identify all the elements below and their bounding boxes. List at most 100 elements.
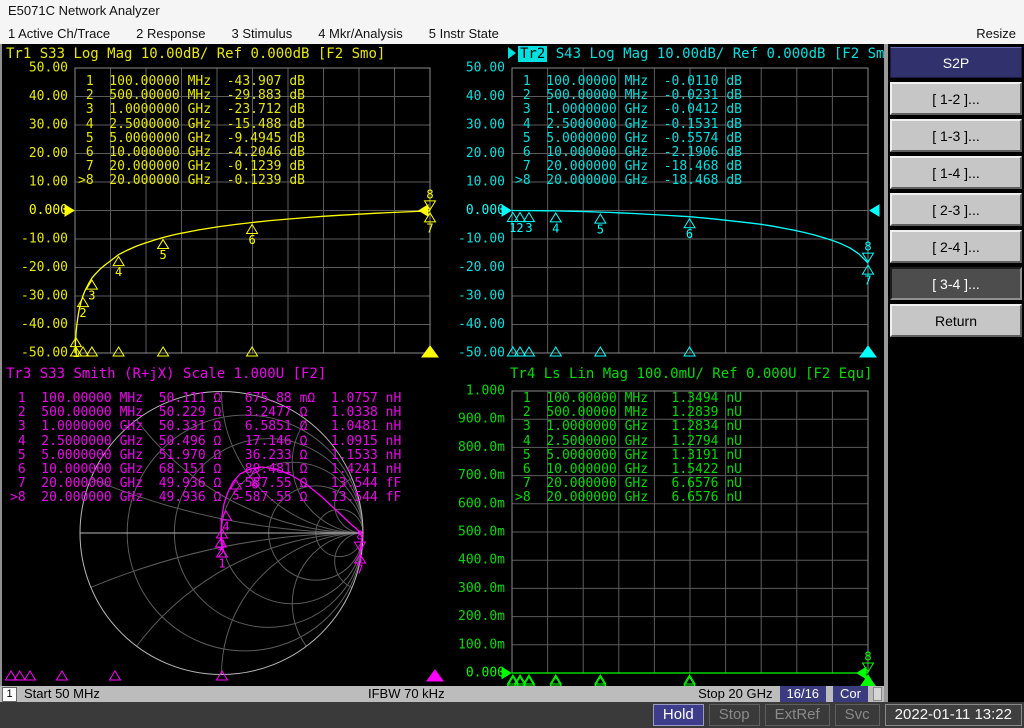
svg-text:0.000: 0.000 [29, 203, 68, 218]
svg-text:20.00: 20.00 [466, 146, 505, 161]
trace4-header[interactable]: Tr4 Ls Lin Mag 100.0mU/ Ref 0.000U [F2 E… [510, 366, 872, 382]
svg-text:40.00: 40.00 [466, 89, 505, 104]
bottom-status-bar: Hold Stop ExtRef Svc 2022-01-11 13:22 [0, 702, 1024, 728]
svg-text:-20.00: -20.00 [458, 260, 505, 275]
marker-table-tr4: 1 100.00000 MHz 1.3494 nU 2 500.00000 MH… [515, 391, 742, 506]
status-bar: 1 Start 50 MHz IFBW 70 kHz Stop 20 GHz 1… [0, 686, 884, 702]
svg-text:4: 4 [552, 221, 559, 235]
svg-text:4: 4 [222, 520, 229, 534]
app-window: E5071C Network Analyzer 1 Active Ch/Trac… [0, 0, 1024, 728]
marker-row: >8 20.000000 GHz -0.1239 dB [78, 173, 305, 189]
softkey-2-3[interactable]: [ 2-3 ]... [890, 193, 1022, 226]
hold-indicator[interactable]: Hold [652, 704, 704, 726]
menu-response[interactable]: 2 Response [136, 26, 205, 41]
svg-text:7: 7 [356, 563, 363, 577]
softkey-menu: S2P [ 1-2 ]... [ 1-3 ]... [ 1-4 ]... [ 2… [884, 44, 1024, 702]
marker-row: 1 100.00000 MHz 1.3494 nU [515, 391, 742, 406]
svg-text:900.0m: 900.0m [458, 412, 505, 427]
svg-text:8: 8 [864, 240, 871, 254]
svg-text:50.00: 50.00 [29, 61, 68, 76]
marker-row: 3 1.0000000 GHz -23.712 dB [78, 102, 305, 118]
marker-table-tr1: 1 100.00000 MHz -43.907 dB 2 500.00000 M… [78, 74, 305, 189]
ifbw-label: IFBW 70 kHz [368, 686, 445, 701]
menu-active-ch-trace[interactable]: 1 Active Ch/Trace [8, 26, 110, 41]
svg-text:5: 5 [597, 223, 604, 237]
svg-text:300.0m: 300.0m [458, 581, 505, 596]
resize-button[interactable]: Resize [976, 26, 1016, 41]
marker-row: 1 100.00000 MHz -0.0110 dB [515, 74, 742, 89]
trace1-label: Tr1 [6, 46, 32, 62]
marker-row: 4 2.5000000 GHz 50.496 Ω 17.146 Ω 1.0915… [10, 433, 402, 449]
svg-text:2: 2 [516, 221, 523, 235]
softkey-1-4[interactable]: [ 1-4 ]... [890, 156, 1022, 189]
trace2-header-text: S43 Log Mag 10.00dB/ Ref 0.000dB [F2 Smo… [547, 46, 902, 62]
marker-row: 2 500.00000 MHz -29.883 dB [78, 88, 305, 104]
marker-row: 5 5.0000000 GHz -0.5574 dB [515, 130, 742, 146]
svg-text:4: 4 [115, 265, 122, 279]
marker-row: 1 100.00000 MHz -43.907 dB [78, 74, 305, 89]
svg-text:-40.00: -40.00 [458, 317, 505, 332]
marker-row: 3 1.0000000 GHz 50.331 Ω 6.5851 Ω 1.0481… [10, 419, 402, 435]
trace1-header[interactable]: Tr1 S33 Log Mag 10.00dB/ Ref 0.000dB [F2… [6, 46, 385, 62]
marker-row: 4 2.5000000 GHz 1.2794 nU [515, 433, 742, 449]
softkey-1-3[interactable]: [ 1-3 ]... [890, 119, 1022, 152]
marker-row: 5 5.0000000 GHz -9.4945 dB [78, 130, 305, 146]
svg-text:8: 8 [356, 529, 363, 543]
marker-row: 7 20.000000 GHz -0.1239 dB [78, 159, 305, 175]
marker-row: >8 20.000000 GHz 6.6576 nU [515, 490, 742, 506]
svg-text:-50.00: -50.00 [21, 346, 68, 361]
svg-text:-10.00: -10.00 [458, 232, 505, 247]
points-badge: 16/16 [779, 686, 827, 702]
menu-instr-state[interactable]: 5 Instr State [429, 26, 499, 41]
menu-stimulus[interactable]: 3 Stimulus [232, 26, 293, 41]
trace3-header[interactable]: Tr3 S33 Smith (R+jX) Scale 1.000U [F2] [6, 366, 326, 382]
trace3-header-text: S33 Smith (R+jX) Scale 1.000U [F2] [31, 366, 327, 382]
svg-text:8: 8 [426, 187, 433, 201]
svg-text:0.000: 0.000 [466, 666, 505, 681]
svg-text:800.0m: 800.0m [458, 440, 505, 455]
marker-row: 2 500.00000 MHz -0.0231 dB [515, 88, 742, 104]
svg-text:8: 8 [864, 650, 871, 664]
extref-indicator: ExtRef [764, 704, 830, 726]
marker-row: 2 500.00000 MHz 1.2839 nU [515, 405, 742, 421]
marker-table-tr3: 1 100.00000 MHz 50.111 Ω 675.88 mΩ 1.075… [10, 391, 402, 506]
marker-row: 5 5.0000000 GHz 1.3191 nU [515, 447, 742, 463]
marker-row: 6 10.000000 GHz -4.2046 dB [78, 145, 305, 161]
softkey-return[interactable]: Return [890, 304, 1022, 337]
marker-table-tr2: 1 100.00000 MHz -0.0110 dB 2 500.00000 M… [515, 74, 742, 189]
softkey-2-4[interactable]: [ 2-4 ]... [890, 230, 1022, 263]
softkey-3-4[interactable]: [ 3-4 ]... [890, 267, 1022, 300]
marker-row: 6 10.000000 GHz 68.151 Ω 89.481 Ω 1.4241… [10, 462, 402, 478]
marker-row: 5 5.0000000 GHz 51.970 Ω 36.233 Ω 1.1533… [10, 447, 402, 463]
svg-text:3: 3 [88, 289, 95, 303]
softkey-s2p[interactable]: S2P [890, 47, 1022, 78]
svg-text:7: 7 [426, 221, 433, 235]
start-frequency-label: Start 50 MHz [24, 686, 100, 701]
channel-indicator: 1 [2, 687, 17, 702]
svg-text:1: 1 [72, 346, 79, 360]
marker-row: 6 10.000000 GHz 1.5422 nU [515, 462, 742, 478]
trace4-label: Tr4 [510, 366, 536, 382]
svg-text:0.000: 0.000 [466, 203, 505, 218]
svg-text:-30.00: -30.00 [21, 289, 68, 304]
marker-row: 2 500.00000 MHz 50.229 Ω 3.2477 Ω 1.0338… [10, 405, 402, 421]
marker-row: 6 10.000000 GHz -2.1906 dB [515, 145, 742, 161]
svg-text:30.00: 30.00 [466, 118, 505, 133]
softkey-1-2[interactable]: [ 1-2 ]... [890, 82, 1022, 115]
svg-text:200.0m: 200.0m [458, 609, 505, 624]
svg-text:20.00: 20.00 [29, 146, 68, 161]
svg-text:2: 2 [79, 306, 86, 320]
marker-row: 3 1.0000000 GHz -0.0412 dB [515, 102, 742, 118]
status-end-box [873, 687, 882, 701]
svg-text:1.000: 1.000 [466, 384, 505, 399]
marker-row: 1 100.00000 MHz 50.111 Ω 675.88 mΩ 1.075… [10, 391, 402, 406]
svg-text:30.00: 30.00 [29, 118, 68, 133]
correction-badge: Cor [833, 686, 868, 702]
menu-bar: 1 Active Ch/Trace 2 Response 3 Stimulus … [0, 22, 1024, 44]
trace1-header-text: S33 Log Mag 10.00dB/ Ref 0.000dB [F2 Smo… [31, 46, 386, 62]
menu-mkr-analysis[interactable]: 4 Mkr/Analysis [318, 26, 403, 41]
svg-text:10.00: 10.00 [466, 175, 505, 190]
marker-row: >8 20.000000 GHz 49.936 Ω -587.55 Ω 13.5… [10, 490, 402, 506]
svg-text:-30.00: -30.00 [458, 289, 505, 304]
trace2-header[interactable]: Tr2 S43 Log Mag 10.00dB/ Ref 0.000dB [F2… [508, 46, 901, 62]
